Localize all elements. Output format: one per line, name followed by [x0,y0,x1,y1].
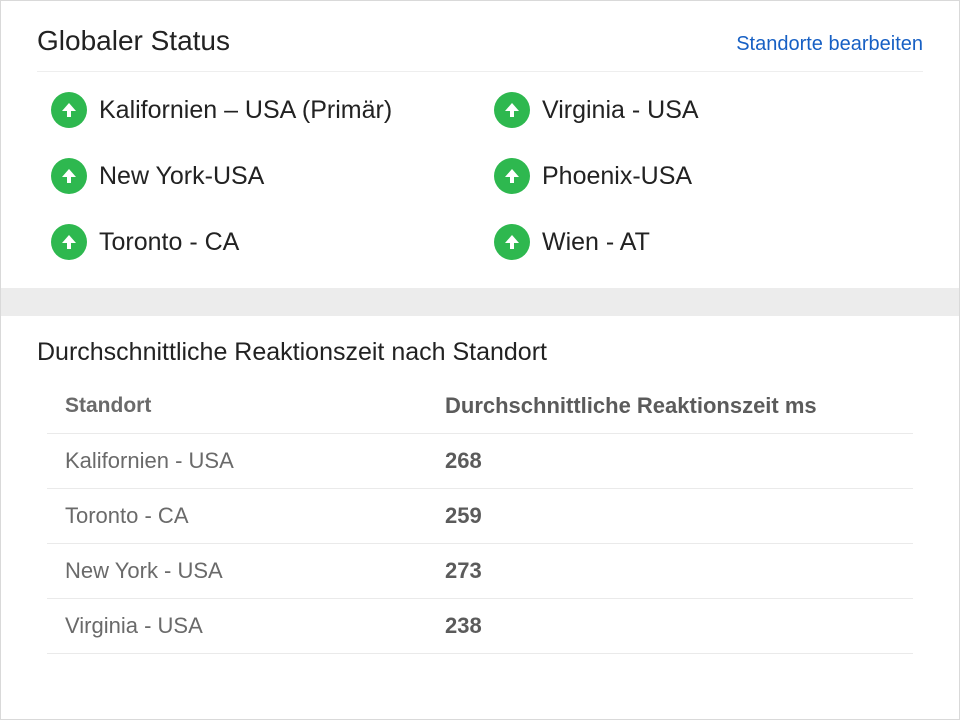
table-row: New York - USA 273 [47,544,913,599]
cell-location: Kalifornien - USA [65,448,425,474]
cell-avg-ms: 238 [445,613,903,639]
location-item: New York-USA [37,158,480,194]
response-time-panel: Durchschnittliche Reaktionszeit nach Sta… [1,316,959,719]
location-label: New York-USA [99,162,264,191]
status-up-icon [51,224,87,260]
section-title: Durchschnittliche Reaktionszeit nach Sta… [37,338,923,367]
location-label: Wien - AT [542,228,650,257]
table-row: Toronto - CA 259 [47,489,913,544]
cell-avg-ms: 259 [445,503,903,529]
section-divider [1,288,959,316]
cell-avg-ms: 273 [445,558,903,584]
cell-location: Virginia - USA [65,613,425,639]
status-up-icon [494,224,530,260]
status-up-icon [494,158,530,194]
table-header-row: Standort Durchschnittliche Reaktionszeit… [47,379,913,434]
panel-title: Globaler Status [37,25,230,57]
location-label: Virginia - USA [542,96,699,125]
edit-locations-link[interactable]: Standorte bearbeiten [736,33,923,56]
location-item: Kalifornien – USA (Primär) [37,92,480,128]
location-item: Toronto - CA [37,224,480,260]
status-up-icon [51,158,87,194]
location-label: Phoenix-USA [542,162,692,191]
column-header-avg-ms: Durchschnittliche Reaktionszeit ms [445,393,903,419]
location-item: Wien - AT [480,224,923,260]
status-up-icon [494,92,530,128]
location-label: Toronto - CA [99,228,239,257]
response-time-table: Standort Durchschnittliche Reaktionszeit… [37,379,923,654]
global-status-panel: Globaler Status Standorte bearbeiten Kal… [1,1,959,288]
locations-grid: Kalifornien – USA (Primär) Virginia - US… [37,72,923,260]
table-row: Virginia - USA 238 [47,599,913,654]
cell-location: New York - USA [65,558,425,584]
panel-header: Globaler Status Standorte bearbeiten [37,25,923,72]
dashboard-frame: Globaler Status Standorte bearbeiten Kal… [0,0,960,720]
location-item: Virginia - USA [480,92,923,128]
location-label: Kalifornien – USA (Primär) [99,96,392,125]
cell-avg-ms: 268 [445,448,903,474]
status-up-icon [51,92,87,128]
location-item: Phoenix-USA [480,158,923,194]
column-header-location: Standort [65,394,425,418]
cell-location: Toronto - CA [65,503,425,529]
table-row: Kalifornien - USA 268 [47,434,913,489]
